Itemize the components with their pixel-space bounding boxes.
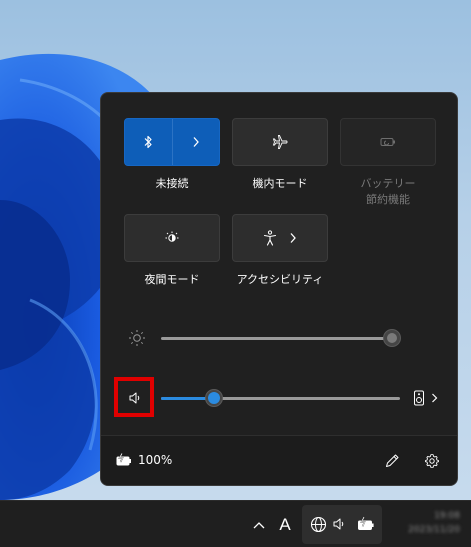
speaker-device-icon — [413, 390, 425, 406]
system-tray-quick-settings-button[interactable] — [302, 505, 382, 544]
chevron-right-icon — [289, 232, 297, 244]
tile-airplane-wrap: 機内モード — [232, 118, 328, 192]
battery-percentage: 100% — [138, 453, 173, 467]
volume-row — [125, 386, 445, 410]
chevron-right-icon — [431, 393, 438, 403]
brightness-track[interactable] — [161, 337, 392, 340]
battery-charging-icon — [116, 453, 132, 467]
battery-saver-label-line-2: 節約機能 — [366, 193, 410, 206]
night-light-label: 夜間モード — [144, 273, 200, 286]
battery-saver-tile[interactable] — [340, 118, 436, 166]
battery-charging-icon — [357, 516, 375, 532]
quick-settings-footer: 100% — [101, 435, 457, 485]
taskbar-clock[interactable]: 19:08 2023/11/20 — [392, 509, 460, 537]
clock-date: 2023/11/20 — [408, 525, 460, 535]
bluetooth-label: 未接続 — [155, 177, 189, 190]
network-icon — [310, 516, 327, 533]
airplane-mode-label: 機内モード — [252, 177, 308, 190]
volume-icon-highlight — [114, 377, 154, 417]
chevron-up-icon — [253, 521, 265, 529]
accessibility-tile[interactable] — [232, 214, 328, 262]
sun-icon — [128, 329, 146, 347]
battery-saver-label-line-1: バッテリー — [360, 177, 416, 190]
airplane-icon — [272, 134, 288, 150]
tile-night-light-wrap: 夜間モード — [124, 214, 220, 288]
tile-battery-saver-wrap: バッテリー 節約機能 — [340, 118, 436, 208]
battery-saver-label: バッテリー 節約機能 — [340, 176, 436, 208]
brightness-thumb[interactable] — [383, 329, 401, 347]
speaker-icon — [332, 517, 346, 531]
bluetooth-expand-button[interactable] — [173, 119, 220, 165]
quick-settings-panel: 未接続 機内モード バッテリー 節約機能 夜間モード アクセシビリティ 100% — [100, 92, 458, 486]
night-light-tile[interactable] — [124, 214, 220, 262]
show-hidden-icons-button[interactable] — [248, 501, 270, 547]
accessibility-icon — [263, 230, 277, 246]
tile-bluetooth-wrap: 未接続 — [124, 118, 220, 192]
taskbar: A 19:08 2023/11/20 — [0, 500, 471, 547]
tile-accessibility-wrap: アクセシビリティ — [232, 214, 328, 288]
night-light-icon — [164, 230, 180, 246]
ime-indicator[interactable]: A — [274, 501, 296, 547]
clock-time: 19:08 — [434, 511, 460, 521]
brightness-row — [125, 326, 445, 350]
accessibility-label: アクセシビリティ — [236, 273, 324, 286]
bluetooth-toggle-button[interactable] — [125, 119, 172, 165]
battery-saver-icon — [379, 136, 397, 148]
gear-icon[interactable] — [424, 453, 440, 469]
bluetooth-icon — [142, 135, 154, 149]
bluetooth-tile[interactable] — [124, 118, 220, 166]
chevron-right-icon — [192, 136, 200, 148]
volume-thumb[interactable] — [204, 389, 223, 407]
audio-output-button[interactable] — [413, 390, 438, 406]
pencil-icon[interactable] — [384, 453, 400, 469]
airplane-mode-tile[interactable] — [232, 118, 328, 166]
